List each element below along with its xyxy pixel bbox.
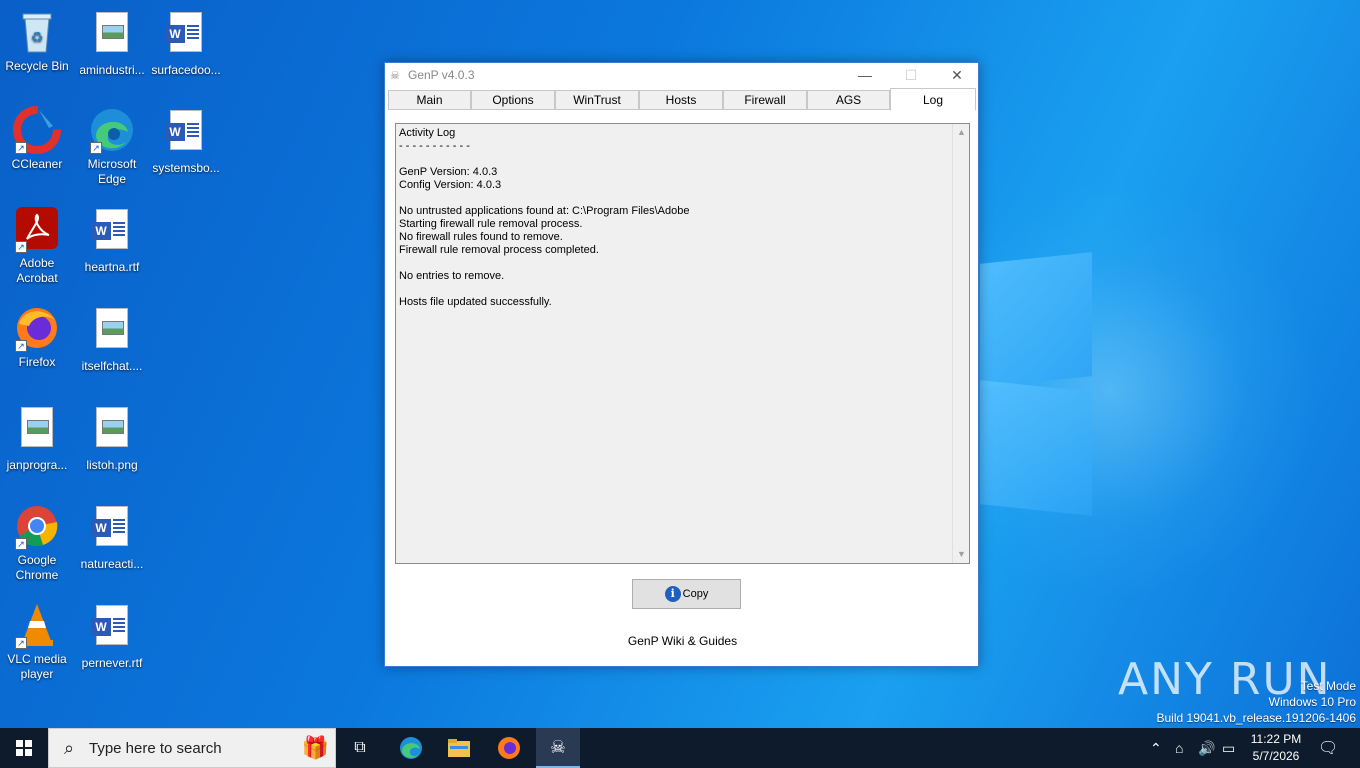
tab-options[interactable]: Options xyxy=(471,90,555,110)
desktop-icon-listoh[interactable]: listoh.png xyxy=(76,403,148,473)
desktop-icon-label: Firefox xyxy=(18,355,56,369)
tab-ags[interactable]: AGS xyxy=(807,90,890,110)
desktop-icon-vlc[interactable]: ↗ VLC media player xyxy=(1,601,73,682)
window-title: GenP v4.0.3 xyxy=(408,68,475,82)
taskbar-edge-icon[interactable] xyxy=(390,728,432,768)
minimize-button[interactable]: — xyxy=(842,63,888,87)
system-info: Test Mode Windows 10 Pro Build 19041.vb_… xyxy=(1157,678,1357,726)
tray-chevron-icon[interactable]: ⌃ xyxy=(1150,728,1162,768)
volume-icon[interactable]: 🔊 xyxy=(1198,728,1215,768)
activity-log-text: Activity Log - - - - - - - - - - - GenP … xyxy=(399,127,690,308)
taskbar-firefox-icon[interactable] xyxy=(488,728,530,768)
recycle-bin-icon: ♻ xyxy=(13,8,61,56)
action-icon[interactable]: ▭ xyxy=(1222,728,1235,768)
desktop-icon-label: Adobe Acrobat xyxy=(16,256,58,285)
image-file-icon xyxy=(88,407,136,455)
build-label: Build 19041.vb_release.191206-1406 xyxy=(1156,711,1357,725)
windows-edition-label: Windows 10 Pro xyxy=(1268,695,1356,709)
taskbar-genp-icon[interactable]: ☠ xyxy=(536,728,580,768)
desktop-icon-label: listoh.png xyxy=(86,458,138,472)
wallpaper-logo-pane-bottom xyxy=(980,380,1092,516)
desktop-icon-label: surfacedoo... xyxy=(151,63,221,77)
word-file-icon: W xyxy=(162,12,210,60)
genp-window: ☠ GenP v4.0.3 — ☐ ✕ Main Options WinTrus… xyxy=(384,62,979,667)
word-file-icon: W xyxy=(88,506,136,554)
desktop-icon-natureacti[interactable]: W natureacti... xyxy=(76,502,148,572)
word-file-icon: W xyxy=(88,209,136,257)
desktop-icon-heartna[interactable]: W heartna.rtf xyxy=(76,205,148,275)
image-file-icon xyxy=(13,407,61,455)
scroll-down-icon[interactable]: ▼ xyxy=(953,546,970,563)
word-file-icon: W xyxy=(162,110,210,158)
vlc-icon: ↗ xyxy=(13,601,61,649)
svg-text:♻: ♻ xyxy=(31,29,44,45)
wiki-guides-link[interactable]: GenP Wiki & Guides xyxy=(385,634,980,648)
desktop-icon-label: CCleaner xyxy=(11,157,63,171)
acrobat-icon: ↗ xyxy=(13,205,61,253)
log-scrollbar[interactable]: ▲ ▼ xyxy=(952,124,969,563)
info-icon: i xyxy=(664,586,681,602)
clock-date: 5/7/2026 xyxy=(1252,749,1300,763)
desktop-icon-label: Google Chrome xyxy=(15,553,59,582)
gifts-icon: 🎁 xyxy=(301,735,329,760)
activity-log-textarea[interactable]: Activity Log - - - - - - - - - - - GenP … xyxy=(395,123,970,564)
taskbar-clock[interactable]: 11:22 PM 5/7/2026 xyxy=(1245,731,1307,765)
window-titlebar[interactable]: ☠ GenP v4.0.3 — ☐ ✕ xyxy=(385,63,978,87)
tab-main[interactable]: Main xyxy=(388,90,471,110)
desktop-icon-label: amindustri... xyxy=(79,63,145,77)
desktop-icon-surfacedoo[interactable]: W surfacedoo... xyxy=(150,8,222,78)
scroll-up-icon[interactable]: ▲ xyxy=(953,124,970,141)
copy-button-label: Copy xyxy=(682,588,709,600)
tab-firewall[interactable]: Firewall xyxy=(723,90,807,110)
copy-button[interactable]: i Copy xyxy=(632,579,741,609)
desktop-icon-janprogra[interactable]: janprogra... xyxy=(1,403,73,473)
network-icon[interactable]: ⌂ xyxy=(1175,728,1183,768)
desktop-icon-label: janprogra... xyxy=(6,458,68,472)
taskbar-explorer-icon[interactable] xyxy=(438,728,480,768)
desktop-icon-label: VLC media player xyxy=(7,652,67,681)
tab-wintrust[interactable]: WinTrust xyxy=(555,90,639,110)
desktop-icon-label: systemsbo... xyxy=(152,161,220,175)
desktop-icon-label: natureacti... xyxy=(80,557,144,571)
desktop-icon-edge[interactable]: ↗ Microsoft Edge xyxy=(76,106,148,187)
edge-icon: ↗ xyxy=(88,106,136,154)
desktop-icon-label: heartna.rtf xyxy=(84,260,140,274)
desktop-icon-label: Recycle Bin xyxy=(5,59,69,73)
wallpaper-logo-pane-top xyxy=(980,252,1092,388)
taskbar: ⌕ Type here to search 🎁 ⧉ ☠ ⌃ ⌂ 🔊 ▭ 11:2… xyxy=(0,728,1360,768)
chrome-icon: ↗ xyxy=(13,502,61,550)
desktop-icon-itselfchat[interactable]: itselfchat.... xyxy=(76,304,148,374)
image-file-icon xyxy=(88,12,136,60)
tab-log[interactable]: Log xyxy=(890,88,976,111)
desktop-icon-ccleaner[interactable]: ↗ CCleaner xyxy=(1,106,73,172)
test-mode-label: Test Mode xyxy=(1300,679,1356,693)
image-file-icon xyxy=(88,308,136,356)
ccleaner-icon: ↗ xyxy=(13,106,61,154)
notifications-icon[interactable]: 🗨 xyxy=(1318,728,1338,768)
tab-bar: Main Options WinTrust Hosts Firewall AGS… xyxy=(388,88,977,111)
desktop-icon-label: Microsoft Edge xyxy=(87,157,137,186)
desktop-icon-systemsbo[interactable]: W systemsbo... xyxy=(150,106,222,176)
desktop-icon-pernever[interactable]: W pernever.rtf xyxy=(76,601,148,671)
desktop-icon-chrome[interactable]: ↗ Google Chrome xyxy=(1,502,73,583)
desktop-icon-label: pernever.rtf xyxy=(81,656,143,670)
tab-hosts[interactable]: Hosts xyxy=(639,90,723,110)
taskbar-search-box[interactable]: ⌕ Type here to search 🎁 xyxy=(48,728,336,768)
maximize-button[interactable]: ☐ xyxy=(888,63,934,87)
task-view-icon[interactable]: ⧉ xyxy=(340,728,380,768)
desktop-icon-amindustri[interactable]: amindustri... xyxy=(76,8,148,78)
windows-logo-icon xyxy=(16,740,32,756)
clock-time: 11:22 PM xyxy=(1250,732,1302,746)
start-button[interactable] xyxy=(0,728,48,768)
search-placeholder: Type here to search xyxy=(89,739,222,757)
firefox-icon: ↗ xyxy=(13,304,61,352)
desktop-icon-recycle-bin[interactable]: ♻ Recycle Bin xyxy=(1,8,73,74)
search-icon: ⌕ xyxy=(63,737,75,758)
close-button[interactable]: ✕ xyxy=(934,63,980,87)
desktop-icon-acrobat[interactable]: ↗ Adobe Acrobat xyxy=(1,205,73,286)
desktop-icon-firefox[interactable]: ↗ Firefox xyxy=(1,304,73,370)
desktop-icon-label: itselfchat.... xyxy=(81,359,143,373)
word-file-icon: W xyxy=(88,605,136,653)
skull-icon: ☠ xyxy=(390,70,400,82)
